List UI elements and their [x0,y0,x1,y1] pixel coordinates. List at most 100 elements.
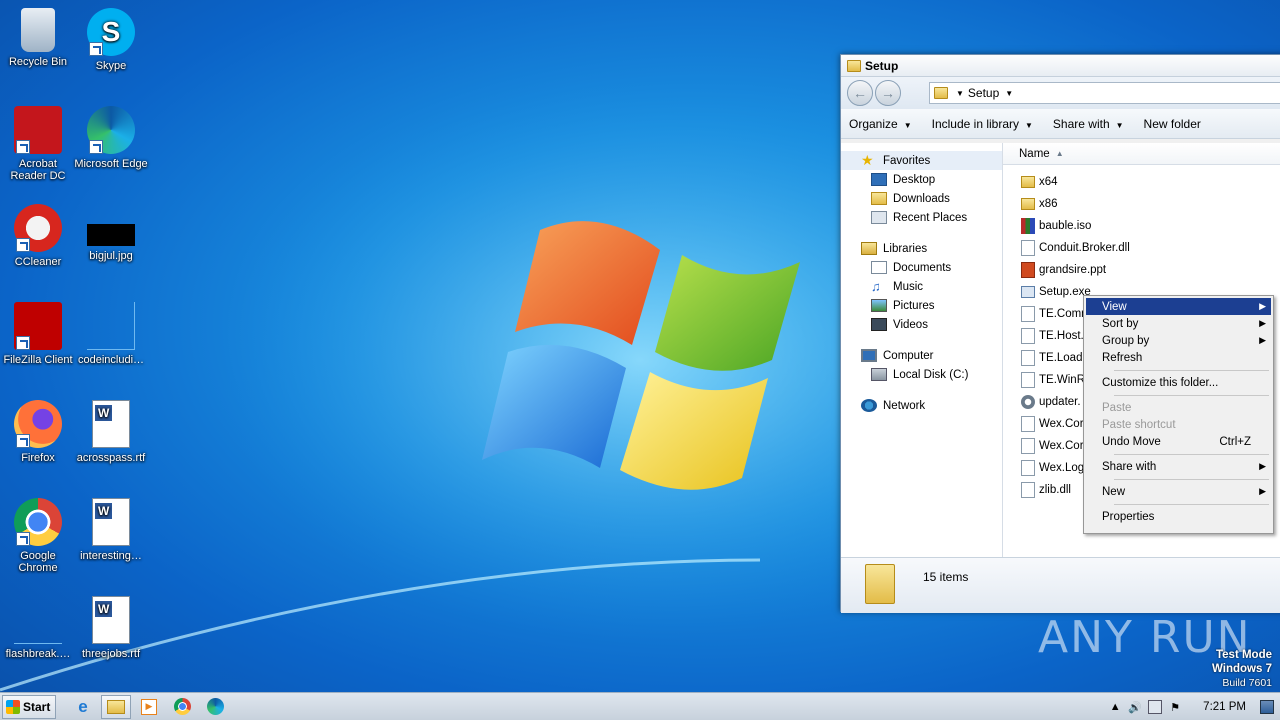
nav-local-disk[interactable]: Local Disk (C:) [841,365,1002,384]
chevron-down-icon[interactable]: ▼ [1005,89,1013,98]
taskbar-ie[interactable]: e [68,695,98,719]
menu-item-group-by[interactable]: Group by ▶ [1086,332,1271,349]
share-with-button[interactable]: Share with ▼ [1053,117,1124,131]
address-bar[interactable]: ▼ Setup ▼ [929,82,1280,104]
desktop-icon-label: CCleaner [14,256,62,268]
taskbar-explorer[interactable] [101,694,131,719]
submenu-arrow-icon: ▶ [1259,486,1266,496]
taskbar-chrome[interactable] [167,695,197,719]
taskbar-edge[interactable] [200,695,230,719]
file-name: updater. [1039,396,1081,408]
desktop-icon-skype[interactable]: S Skype [73,8,149,72]
computer-icon [861,349,877,362]
nav-videos[interactable]: Videos [841,315,1002,334]
taskbar: Start e ▶ ▲ 🔊 ⚑ 7:21 PM [0,692,1280,720]
file-name: Wex.Cor [1039,418,1084,430]
file-row[interactable]: bauble.iso [1003,215,1280,237]
chevron-down-icon[interactable]: ▼ [956,89,964,98]
desktop-icon-label: acrosspass.rtf [76,452,146,464]
file-row[interactable]: x86 [1003,193,1280,215]
desktop-icon-bigjul[interactable]: bigjul.jpg [73,204,149,262]
file-name: x64 [1039,176,1058,188]
menu-label: Paste shortcut [1102,418,1176,431]
test-mode-watermark: Test Mode Windows 7 Build 7601 [1212,648,1272,690]
new-folder-button[interactable]: New folder [1144,117,1201,131]
desktop-icon-interesting[interactable]: W interesting… [73,498,149,562]
desktop-icon-label: Firefox [21,452,55,464]
organize-button[interactable]: Organize ▼ [849,117,912,131]
clock[interactable]: 7:21 PM [1203,701,1246,713]
libraries-icon [861,242,877,255]
include-in-library-button[interactable]: Include in library ▼ [932,117,1033,131]
internet-explorer-icon: e [78,696,88,716]
nav-favorites[interactable]: ★ Favorites [841,151,1002,170]
file-row[interactable]: Conduit.Broker.dll [1003,237,1280,259]
word-document-icon: W [92,498,130,546]
taskbar-media-player[interactable]: ▶ [134,695,164,719]
desktop-icon-recycle-bin[interactable]: Recycle Bin [0,8,76,68]
menu-item-view[interactable]: View ▶ [1086,298,1271,315]
desktop-icon-threejobs[interactable]: W threejobs.rtf [73,596,149,660]
desktop-icon-chrome[interactable]: Google Chrome [0,498,76,574]
menu-item-new[interactable]: New ▶ [1086,483,1271,500]
nav-documents[interactable]: Documents [841,258,1002,277]
nav-label: Desktop [893,173,936,186]
desktop-icon-label: flashbreak.… [5,648,71,660]
action-center-flag-icon[interactable]: ⚑ [1168,700,1182,714]
nav-network[interactable]: Network [841,396,1002,415]
menu-item-refresh[interactable]: Refresh [1086,349,1271,366]
file-name: Conduit.Broker.dll [1039,242,1130,254]
desktop-icon-acrosspass[interactable]: W acrosspass.rtf [73,400,149,464]
star-icon: ★ [861,152,874,168]
window-titlebar[interactable]: Setup [841,55,1280,77]
desktop-icon-acrobat[interactable]: Acrobat Reader DC [0,106,76,182]
start-button[interactable]: Start [2,694,56,719]
menu-item-share-with[interactable]: Share with ▶ [1086,458,1271,475]
show-hidden-icons-icon[interactable]: ▲ [1108,700,1122,714]
desktop-icon-edge[interactable]: Microsoft Edge [73,106,149,170]
breadcrumb-setup[interactable]: Setup [968,86,999,100]
network-icon [861,399,877,412]
menu-item-sort-by[interactable]: Sort by ▶ [1086,315,1271,332]
menu-item-properties[interactable]: Properties [1086,508,1271,525]
nav-downloads[interactable]: Downloads [841,189,1002,208]
nav-label: Pictures [893,299,935,312]
downloads-icon [871,192,887,205]
nav-libraries[interactable]: Libraries [841,239,1002,258]
forward-button[interactable]: → [875,80,901,106]
desktop-icon-filezilla[interactable]: FileZilla Client [0,302,76,366]
nav-computer[interactable]: Computer [841,346,1002,365]
file-row[interactable]: x64 [1003,171,1280,193]
nav-recent-places[interactable]: Recent Places [841,208,1002,227]
nav-desktop[interactable]: Desktop [841,170,1002,189]
file-row[interactable]: grandsire.ppt [1003,259,1280,281]
dll-file-icon [1021,460,1035,476]
word-document-icon: W [92,400,130,448]
file-name: x86 [1039,198,1058,210]
nav-music[interactable]: ♫ Music [841,277,1002,296]
menu-label: Group by [1102,334,1150,347]
menu-item-undo-move[interactable]: Undo Move Ctrl+Z [1086,433,1271,450]
acrobat-icon [14,106,62,154]
desktop-icon-flashbreak[interactable]: flashbreak.… [0,596,76,660]
file-icon [87,302,135,350]
show-desktop-icon[interactable] [1260,700,1274,714]
desktop-icon-label: FileZilla Client [3,354,73,366]
column-header-name[interactable]: Name ▲ [1003,143,1280,165]
menu-item-customize[interactable]: Customize this folder... [1086,374,1271,391]
menu-label: Sort by [1102,317,1139,330]
desktop-icon-codeincludi[interactable]: codeincludi… [73,302,149,366]
recycle-bin-icon [21,8,55,52]
back-button[interactable]: ← [847,80,873,106]
volume-icon[interactable]: 🔊 [1128,700,1142,714]
file-name: Wex.Log [1039,462,1085,474]
videos-icon [871,318,887,331]
gear-icon [1021,395,1035,409]
nav-pictures[interactable]: Pictures [841,296,1002,315]
network-status-icon[interactable] [1148,700,1163,714]
desktop-icon-firefox[interactable]: Firefox [0,400,76,464]
folder-icon [1021,176,1035,188]
desktop-icon-ccleaner[interactable]: CCleaner [0,204,76,268]
desktop-icon [871,173,887,186]
nav-label: Downloads [893,192,950,205]
